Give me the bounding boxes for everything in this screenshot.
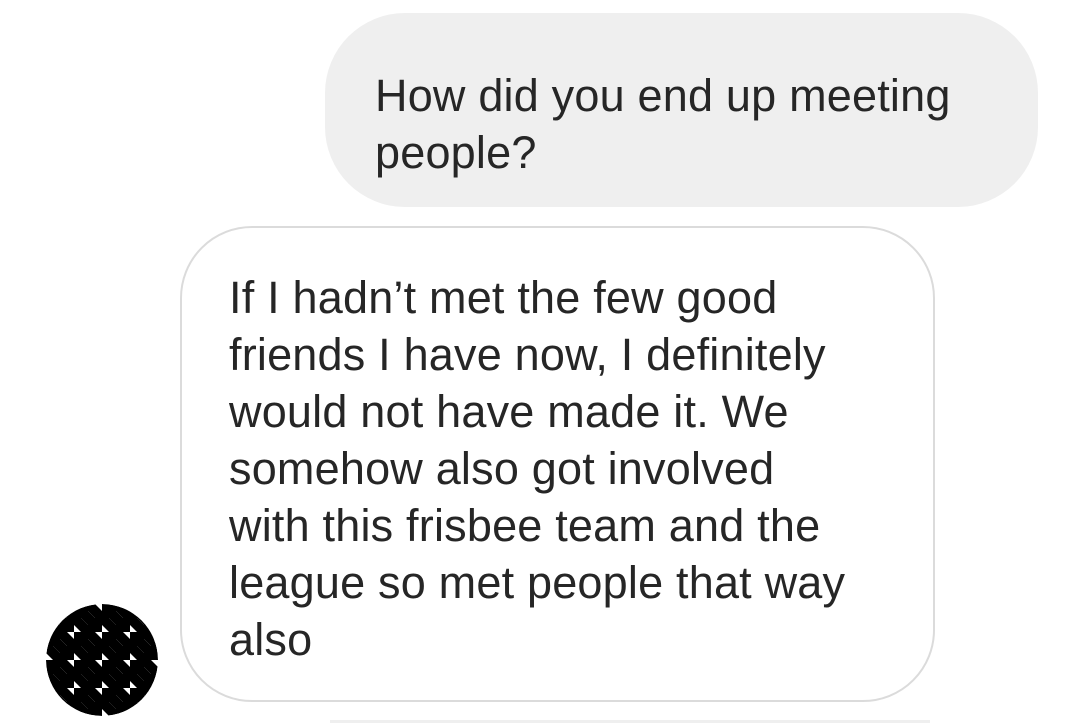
received-message-line: somehow also got involved <box>229 443 775 494</box>
received-message-line: also <box>229 614 313 665</box>
received-message-line: friends I have now, I definitely <box>229 329 826 380</box>
received-message-line: with this frisbee team and the <box>229 500 821 551</box>
sent-message-bubble[interactable]: How did you end up meeting people? <box>325 13 1038 207</box>
sent-message-line: How did you end up meeting <box>375 70 951 121</box>
received-message-line: If I hadn’t met the few good <box>229 272 778 323</box>
houndstooth-pattern-avatar-icon <box>46 604 158 716</box>
received-message-line: would not have made it. We <box>229 386 789 437</box>
received-message-bubble[interactable]: If I hadn’t met the few good friends I h… <box>180 226 935 702</box>
chat-screen: How did you end up meeting people? If I … <box>0 0 1080 723</box>
contact-avatar[interactable] <box>46 604 158 716</box>
sent-message-line: people? <box>375 127 537 178</box>
received-message-line: league so met people that way <box>229 557 846 608</box>
